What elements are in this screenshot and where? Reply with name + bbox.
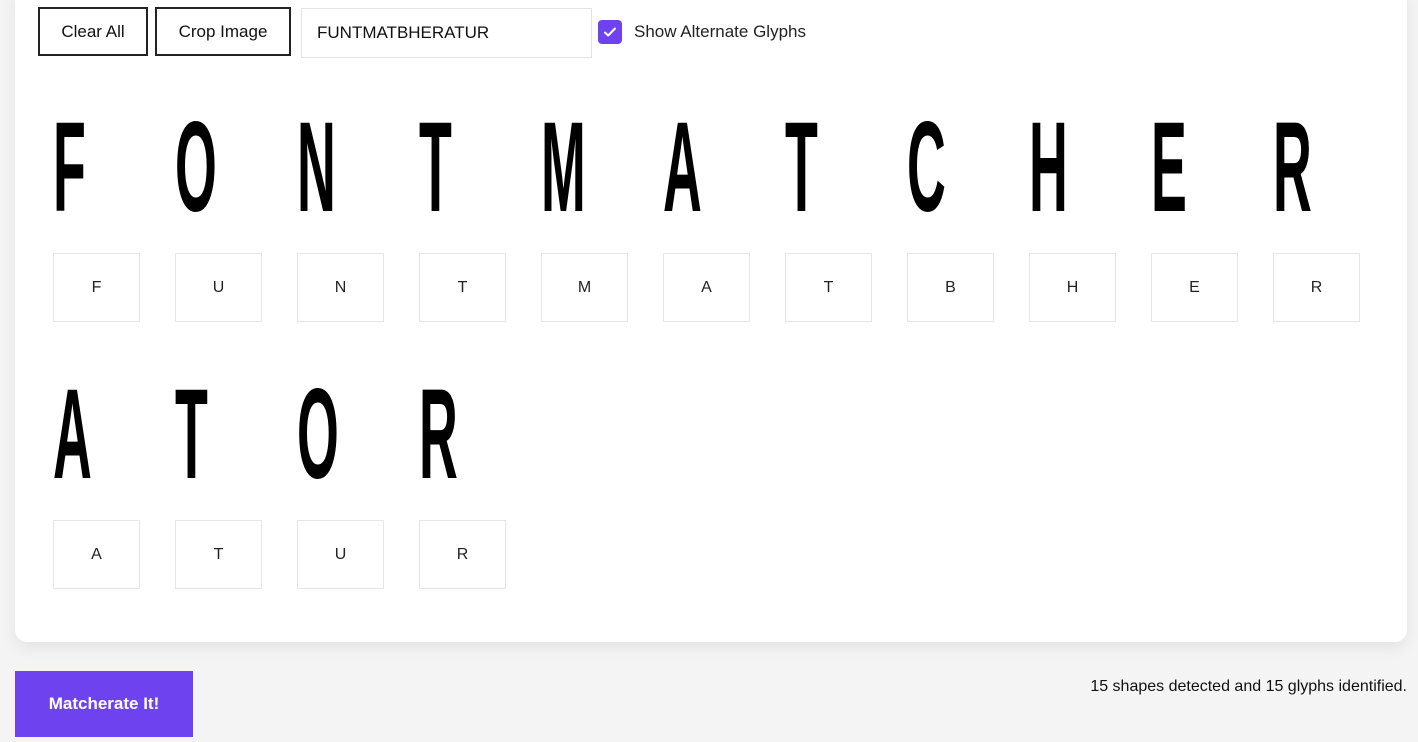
shape-letter: C (907, 96, 946, 239)
matcherate-button[interactable]: Matcherate It! (15, 671, 193, 737)
show-alternate-glyphs-checkbox[interactable] (598, 20, 622, 44)
shape-letter: R (1273, 96, 1312, 239)
shape-letter: T (419, 96, 452, 239)
detected-shape[interactable]: F (53, 103, 141, 233)
glyph-box[interactable]: T (175, 520, 262, 589)
glyph-box[interactable]: N (297, 253, 384, 322)
detected-shape[interactable]: A (53, 370, 141, 500)
detected-shape[interactable]: M (541, 103, 629, 233)
glyph-box[interactable]: T (785, 253, 872, 322)
clear-all-button[interactable]: Clear All (38, 7, 148, 56)
glyph-box[interactable]: T (419, 253, 506, 322)
shape-letter: F (53, 96, 86, 239)
glyph-box[interactable]: R (1273, 253, 1360, 322)
detected-shape[interactable]: T (175, 370, 263, 500)
shape-letter: T (785, 96, 818, 239)
check-icon (604, 27, 616, 37)
shape-letter: O (297, 363, 339, 506)
detected-shape[interactable]: O (297, 370, 385, 500)
glyph-box[interactable]: H (1029, 253, 1116, 322)
detected-shape[interactable]: T (419, 103, 507, 233)
glyph-box[interactable]: R (419, 520, 506, 589)
shape-letter: A (663, 96, 702, 239)
glyph-box[interactable]: U (297, 520, 384, 589)
detected-shape[interactable]: A (663, 103, 751, 233)
glyph-box[interactable]: A (663, 253, 750, 322)
detected-shape[interactable]: R (419, 370, 507, 500)
detected-shape[interactable]: C (907, 103, 995, 233)
crop-image-button[interactable]: Crop Image (155, 7, 291, 56)
glyph-box[interactable]: B (907, 253, 994, 322)
glyph-text-input[interactable] (301, 8, 592, 58)
status-text: 15 shapes detected and 15 glyphs identif… (1090, 678, 1407, 695)
shape-letter: M (541, 96, 586, 239)
shape-letter: H (1029, 96, 1068, 239)
detected-shape[interactable]: T (785, 103, 873, 233)
detected-shape[interactable]: O (175, 103, 263, 233)
glyph-box[interactable]: M (541, 253, 628, 322)
glyph-box[interactable]: U (175, 253, 262, 322)
shape-letter: A (53, 363, 92, 506)
show-alternate-glyphs-label[interactable]: Show Alternate Glyphs (634, 22, 806, 42)
shape-letter: N (297, 96, 336, 239)
shape-letter: O (175, 96, 217, 239)
shape-letter: T (175, 363, 208, 506)
detected-shape[interactable]: E (1151, 103, 1239, 233)
detected-shape[interactable]: H (1029, 103, 1117, 233)
shape-letter: E (1151, 96, 1187, 239)
detected-shape[interactable]: N (297, 103, 385, 233)
glyph-box[interactable]: E (1151, 253, 1238, 322)
glyph-box[interactable]: F (53, 253, 140, 322)
glyph-box[interactable]: A (53, 520, 140, 589)
detected-shape[interactable]: R (1273, 103, 1361, 233)
shape-letter: R (419, 363, 458, 506)
